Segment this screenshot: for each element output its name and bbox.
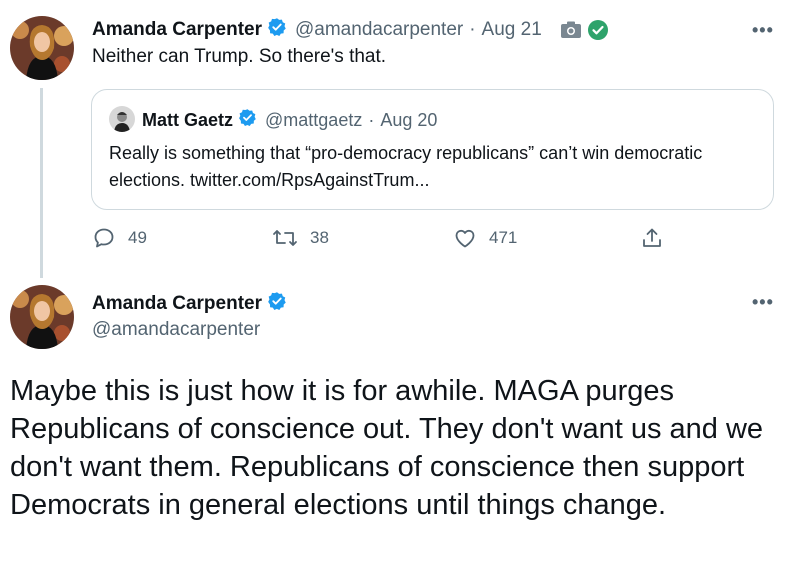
share-button[interactable] bbox=[640, 226, 676, 250]
quoted-avatar[interactable] bbox=[109, 106, 135, 132]
timestamp[interactable]: Aug 21 bbox=[482, 19, 542, 41]
reply-count: 49 bbox=[128, 228, 147, 247]
retweet-icon bbox=[273, 230, 297, 246]
tweet-text: Neither can Trump. So there's that. bbox=[92, 46, 387, 67]
retweet-button[interactable]: 38 bbox=[272, 226, 329, 250]
retweet-count: 38 bbox=[310, 228, 329, 247]
reply-button[interactable]: 49 bbox=[92, 226, 147, 250]
tweet-header: Amanda Carpenter @amandacarpenter · Aug … bbox=[92, 17, 608, 42]
quoted-author-name: Matt Gaetz bbox=[142, 109, 234, 130]
author-name[interactable]: Amanda Carpenter bbox=[92, 19, 262, 41]
avatar[interactable] bbox=[10, 16, 74, 80]
tweet-header: Amanda Carpenter bbox=[92, 291, 287, 316]
reply-icon bbox=[94, 228, 114, 248]
more-options-button[interactable]: ••• bbox=[752, 20, 774, 41]
quoted-author-handle: @mattgaetz bbox=[265, 109, 363, 130]
tweet-text: Maybe this is just how it is for awhile.… bbox=[10, 375, 764, 521]
quoted-header: Matt Gaetz @mattgaetz · Aug 20 bbox=[142, 108, 437, 132]
verified-badge-icon bbox=[238, 108, 257, 132]
like-button[interactable]: 471 bbox=[453, 226, 517, 250]
quoted-tweet-text: Really is something that “pro-democracy … bbox=[109, 143, 703, 190]
avatar[interactable] bbox=[10, 285, 74, 349]
quoted-tweet[interactable]: Matt Gaetz @mattgaetz · Aug 20 Really is… bbox=[91, 89, 774, 210]
separator: · bbox=[368, 109, 375, 130]
separator: · bbox=[469, 18, 476, 40]
like-count: 471 bbox=[489, 228, 518, 247]
heart-icon bbox=[455, 229, 475, 248]
tweet-actions: 49 38 471 bbox=[0, 226, 797, 256]
camera-icon bbox=[560, 21, 582, 39]
verified-badge-icon bbox=[267, 291, 287, 316]
share-icon bbox=[643, 228, 661, 247]
check-circle-icon bbox=[587, 19, 608, 40]
author-handle[interactable]: @amandacarpenter bbox=[295, 19, 463, 41]
author-name[interactable]: Amanda Carpenter bbox=[92, 293, 262, 315]
author-handle[interactable]: @amandacarpenter bbox=[92, 319, 260, 341]
verified-badge-icon bbox=[267, 17, 287, 42]
quoted-timestamp: Aug 20 bbox=[380, 109, 438, 130]
more-options-button[interactable]: ••• bbox=[752, 292, 774, 313]
